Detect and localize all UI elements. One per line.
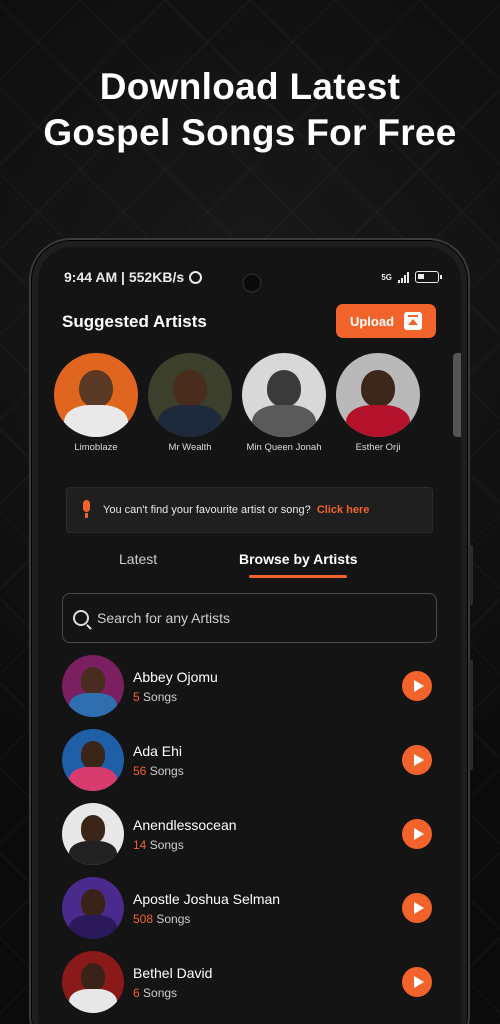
upload-button[interactable]: Upload: [336, 304, 436, 338]
play-button[interactable]: [402, 819, 432, 849]
search-input[interactable]: [97, 610, 436, 626]
artist-request-notice: You can't find your favourite artist or …: [66, 487, 433, 533]
alarm-icon: [189, 270, 203, 284]
next-artist-peek: [453, 353, 461, 437]
avatar: [62, 877, 124, 939]
artist-name: Esther Orji: [355, 442, 401, 453]
play-button[interactable]: [402, 745, 432, 775]
play-button[interactable]: [402, 671, 432, 701]
list-item[interactable]: Abbey Ojomu 5 Songs: [62, 649, 437, 723]
artist-name: Anendlessocean: [133, 816, 237, 833]
status-time: 9:44 AM | 552KB/s: [64, 269, 185, 285]
tab-browse-by-artists[interactable]: Browse by Artists: [239, 551, 358, 567]
artist-name: Abbey Ojomu: [133, 668, 218, 685]
suggested-artist-min-queen-jonah[interactable]: Min Queen Jonah: [242, 353, 326, 453]
song-count: 5 Songs: [133, 689, 178, 704]
play-icon: [413, 828, 424, 840]
signal-icon: [398, 271, 409, 283]
avatar: [242, 353, 326, 437]
avatar: [62, 655, 124, 717]
click-here-link[interactable]: Click here: [317, 504, 370, 516]
avatar: [54, 353, 138, 437]
phone-volume-button: [469, 660, 473, 770]
song-count: 14 Songs: [133, 837, 184, 852]
artist-list: Abbey Ojomu 5 Songs Ada Ehi 56 Songs Ane…: [62, 649, 437, 1019]
avatar: [62, 951, 124, 1013]
play-icon: [413, 976, 424, 988]
upload-label: Upload: [349, 313, 395, 329]
suggested-artist-mr-wealth[interactable]: Mr Wealth: [148, 353, 232, 453]
play-icon: [413, 902, 424, 914]
microphone-icon: [81, 500, 91, 520]
upload-icon: [404, 312, 423, 330]
front-camera: [242, 273, 262, 293]
play-button[interactable]: [402, 893, 432, 923]
headline-line-1: Download Latest: [99, 66, 401, 107]
avatar: [336, 353, 420, 437]
artist-name: Bethel David: [133, 964, 213, 981]
avatar: [62, 803, 124, 865]
suggested-artist-limoblaze[interactable]: Limoblaze: [54, 353, 138, 453]
play-button[interactable]: [402, 967, 432, 997]
tab-bar: Latest Browse by Artists: [38, 548, 461, 582]
artist-name: Apostle Joshua Selman: [133, 890, 281, 907]
app-screen: 9:44 AM | 552KB/s 5G Suggested Artists U…: [38, 247, 461, 1024]
headline-line-2: Gospel Songs For Free: [43, 112, 457, 153]
list-item[interactable]: Anendlessocean 14 Songs: [62, 797, 437, 871]
play-icon: [413, 754, 424, 766]
list-item[interactable]: Bethel David 6 Songs: [62, 945, 437, 1019]
suggested-artists-row: Limoblaze Mr Wealth Min Queen Jonah Esth…: [54, 353, 420, 453]
avatar: [62, 729, 124, 791]
search-icon: [73, 610, 89, 626]
play-icon: [413, 680, 424, 692]
active-tab-indicator: [249, 575, 347, 578]
list-item[interactable]: Ada Ehi 56 Songs: [62, 723, 437, 797]
list-item[interactable]: Apostle Joshua Selman 508 Songs: [62, 871, 437, 945]
song-count: 56 Songs: [133, 763, 184, 778]
song-count: 6 Songs: [133, 985, 178, 1000]
phone-frame: 9:44 AM | 552KB/s 5G Suggested Artists U…: [29, 238, 473, 1024]
suggested-artists-title: Suggested Artists: [62, 312, 207, 331]
song-count: 508 Songs: [133, 911, 191, 926]
artist-name: Limoblaze: [74, 442, 118, 453]
suggested-artist-esther-orji[interactable]: Esther Orji: [336, 353, 420, 453]
artist-name: Mr Wealth: [168, 442, 212, 453]
phone-side-button: [469, 545, 473, 605]
network-label: 5G: [381, 272, 392, 282]
promo-headline: Download Latest Gospel Songs For Free: [0, 64, 500, 156]
battery-icon: [415, 271, 442, 283]
tab-latest[interactable]: Latest: [119, 551, 157, 567]
artist-name: Ada Ehi: [133, 742, 183, 759]
artist-name: Min Queen Jonah: [246, 442, 322, 453]
notice-text: You can't find your favourite artist or …: [103, 504, 311, 516]
search-bar: [62, 593, 437, 643]
avatar: [148, 353, 232, 437]
